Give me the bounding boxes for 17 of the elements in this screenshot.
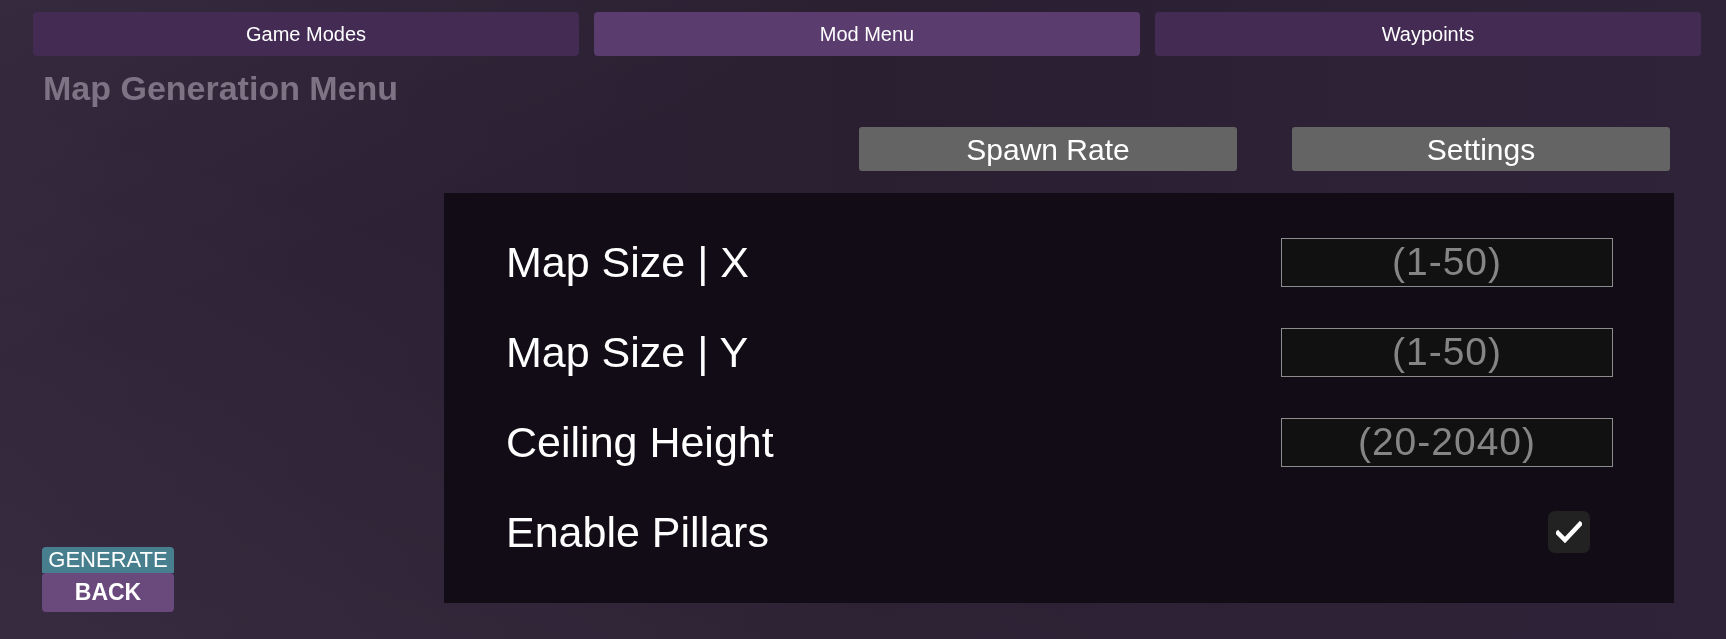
tab[interactable]: Mod Menu [594, 12, 1140, 56]
number-field[interactable]: (1-50) [1281, 237, 1613, 287]
number-field[interactable]: (1-50) [1281, 327, 1613, 377]
back-button[interactable]: BACK [42, 573, 174, 612]
tab[interactable]: Waypoints [1155, 12, 1701, 56]
checkbox[interactable] [1548, 511, 1590, 553]
check-icon [1556, 521, 1582, 543]
setting-label: Enable Pillars [506, 507, 769, 558]
tab[interactable]: Game Modes [33, 12, 579, 56]
setting-label: Map Size | X [506, 237, 749, 288]
number-field[interactable]: (20-2040) [1281, 417, 1613, 467]
section-button[interactable]: Settings [1292, 127, 1670, 171]
menu-title: Map Generation Menu [43, 68, 399, 108]
setting-label: Map Size | Y [506, 327, 749, 378]
setting-label: Ceiling Height [506, 417, 774, 468]
section-button[interactable]: Spawn Rate [859, 127, 1237, 171]
generate-button[interactable]: GENERATE [42, 547, 174, 573]
